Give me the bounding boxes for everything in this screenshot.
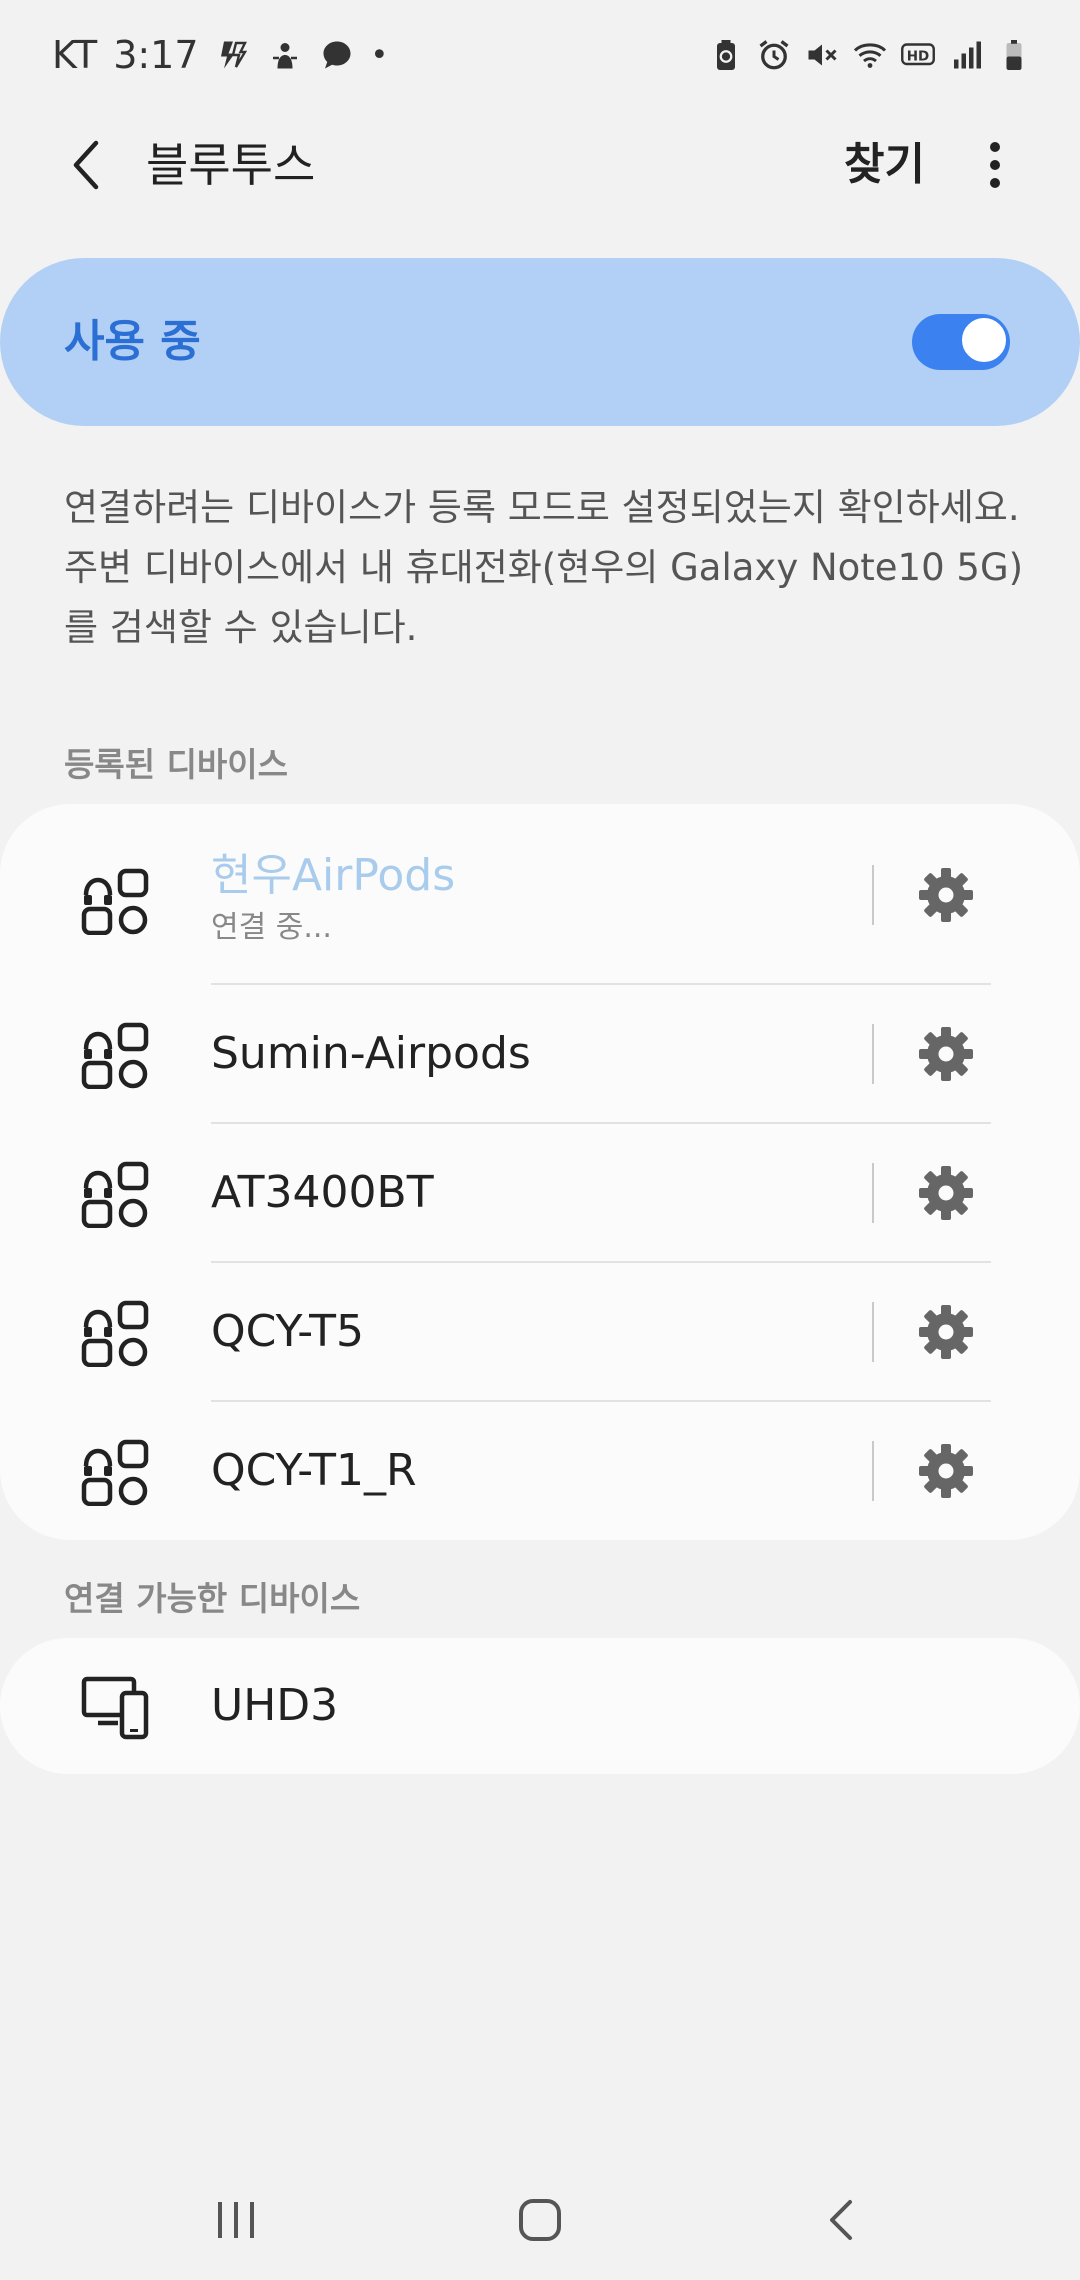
signal-icon — [954, 41, 981, 69]
bluetooth-toggle[interactable] — [912, 314, 1010, 370]
home-button[interactable] — [510, 2190, 570, 2250]
device-row-sumin-airpods[interactable]: Sumin-Airpods — [0, 985, 1080, 1124]
earbuds-icon — [81, 1300, 149, 1367]
display-device-icon — [81, 1676, 149, 1740]
wifi-icon — [853, 43, 887, 68]
device-name: 현우AirPods — [211, 850, 456, 901]
mute-icon — [808, 44, 837, 66]
gear-icon[interactable] — [916, 1163, 976, 1223]
toggle-knob — [960, 316, 1008, 364]
device-name: QCY-T5 — [211, 1306, 364, 1357]
back-nav-button[interactable] — [812, 2190, 872, 2250]
registered-devices-card: 현우AirPods 연결 중... Sumin-Airpods AT3400BT… — [0, 804, 1080, 1540]
row-divider — [872, 1302, 874, 1362]
description-text: 연결하려는 디바이스가 등록 모드로 설정되었는지 확인하세요. 주변 디바이스… — [64, 486, 1024, 649]
available-devices-header: 연결 가능한 디바이스 — [64, 1579, 361, 1618]
device-name: Sumin-Airpods — [211, 1028, 531, 1079]
svg-text:HD: HD — [907, 48, 930, 64]
earbuds-icon — [81, 868, 149, 935]
clock: 3:17 — [113, 33, 199, 77]
row-divider — [872, 1163, 874, 1223]
device-row-qcy-t1-r[interactable]: QCY-T1_R — [0, 1402, 1080, 1541]
home-icon — [519, 2199, 561, 2241]
row-divider — [872, 865, 874, 925]
battery-icon — [1006, 40, 1022, 70]
back-icon — [830, 2200, 852, 2240]
device-row-uhd3[interactable]: UHD3 — [0, 1638, 1080, 1774]
gear-icon[interactable] — [916, 1302, 976, 1362]
app-header: 블루투스 찾기 — [0, 110, 1080, 220]
notification-dot: • — [370, 37, 389, 73]
earbuds-icon — [81, 1439, 149, 1506]
device-name: AT3400BT — [211, 1167, 434, 1218]
flash-icon — [220, 41, 247, 69]
page-title: 블루투스 — [146, 138, 316, 192]
row-divider — [872, 1024, 874, 1084]
device-status: 연결 중... — [211, 910, 332, 945]
device-row-at3400bt[interactable]: AT3400BT — [0, 1124, 1080, 1263]
battery-saver-icon — [717, 40, 735, 70]
status-right: HD — [708, 32, 1032, 78]
back-button[interactable] — [56, 132, 116, 198]
hd-icon: HD — [901, 43, 935, 66]
available-devices-card: UHD3 — [0, 1638, 1080, 1774]
device-row-hyunwoo-airpods[interactable]: 현우AirPods 연결 중... — [0, 804, 1080, 985]
earbuds-icon — [81, 1161, 149, 1228]
bluetooth-master-switch[interactable]: 사용 중 — [0, 258, 1080, 426]
device-row-qcy-t5[interactable]: QCY-T5 — [0, 1263, 1080, 1402]
gear-icon[interactable] — [916, 1024, 976, 1084]
earbuds-icon — [81, 1022, 149, 1089]
chevron-left-icon — [73, 140, 99, 190]
status-bar: KT 3:17 • HD — [0, 0, 1080, 110]
gear-icon[interactable] — [916, 865, 976, 925]
recents-button[interactable] — [206, 2190, 266, 2250]
device-name: UHD3 — [211, 1680, 339, 1731]
registered-devices-header: 등록된 디바이스 — [64, 745, 289, 784]
chat-bubble-icon — [323, 41, 351, 69]
touch-icon — [272, 43, 297, 69]
gear-icon[interactable] — [916, 1441, 976, 1501]
more-vertical-icon — [990, 142, 1000, 188]
master-switch-label: 사용 중 — [64, 316, 201, 367]
device-name: QCY-T1_R — [211, 1445, 417, 1496]
carrier: KT — [52, 33, 98, 77]
more-options-button[interactable] — [970, 132, 1020, 198]
navigation-bar — [0, 2160, 1080, 2280]
status-left: KT 3:17 • — [52, 30, 388, 80]
alarm-icon — [759, 40, 789, 70]
recents-icon — [218, 2202, 254, 2238]
row-divider — [872, 1441, 874, 1501]
search-button[interactable]: 찾기 — [844, 136, 925, 194]
